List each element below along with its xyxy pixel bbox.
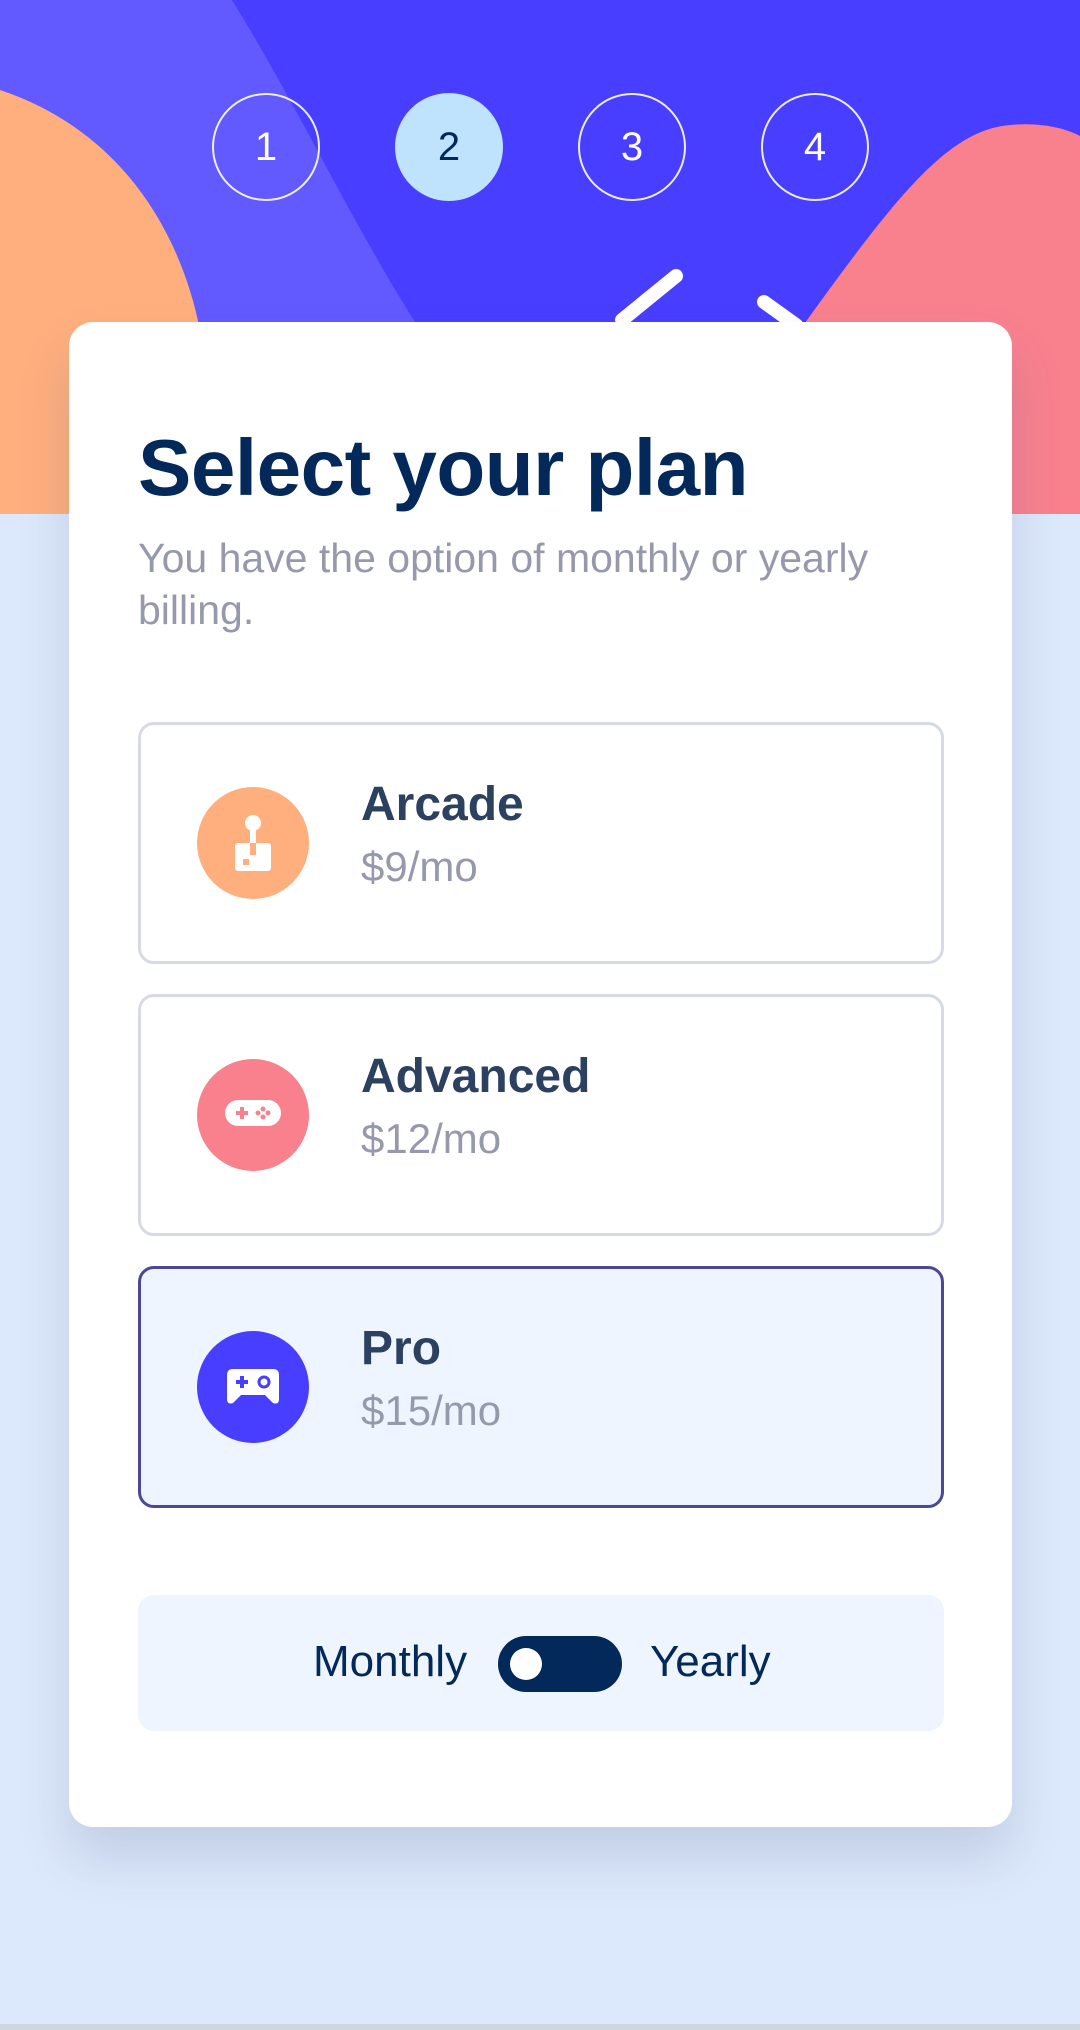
billing-period-toggle[interactable] <box>498 1636 622 1692</box>
step-1-button[interactable]: 1 <box>212 93 320 201</box>
bottom-edge <box>0 2024 1080 2030</box>
step-4-button[interactable]: 4 <box>761 93 869 201</box>
billing-toggle-container: Monthly Yearly <box>138 1595 944 1731</box>
page-subtitle: You have the option of monthly or yearly… <box>138 535 869 633</box>
plan-option-advanced[interactable]: Advanced $12/mo <box>138 994 944 1236</box>
plan-price: $9/mo <box>361 843 478 890</box>
gamepad-icon <box>197 1059 309 1171</box>
plan-option-pro[interactable]: Pro $15/mo <box>138 1266 944 1508</box>
yearly-label[interactable]: Yearly <box>650 1637 771 1687</box>
plan-name: Pro <box>361 1322 442 1375</box>
plan-price: $15/mo <box>361 1387 502 1434</box>
arcade-joystick-icon <box>197 787 309 899</box>
step-indicator: 1 2 3 4 <box>0 93 1080 205</box>
game-controller-icon <box>197 1331 309 1443</box>
plan-option-arcade[interactable]: Arcade $9/mo <box>138 722 944 964</box>
toggle-knob <box>510 1648 542 1680</box>
plan-price: $12/mo <box>361 1115 502 1162</box>
plan-name: Arcade <box>361 778 524 831</box>
step-3-button[interactable]: 3 <box>578 93 686 201</box>
monthly-label[interactable]: Monthly <box>313 1637 467 1687</box>
plan-name: Advanced <box>361 1050 591 1103</box>
page-title: Select your plan <box>138 423 748 512</box>
plan-selection-card: Select your plan You have the option of … <box>69 322 1012 1827</box>
step-2-button[interactable]: 2 <box>395 93 503 201</box>
